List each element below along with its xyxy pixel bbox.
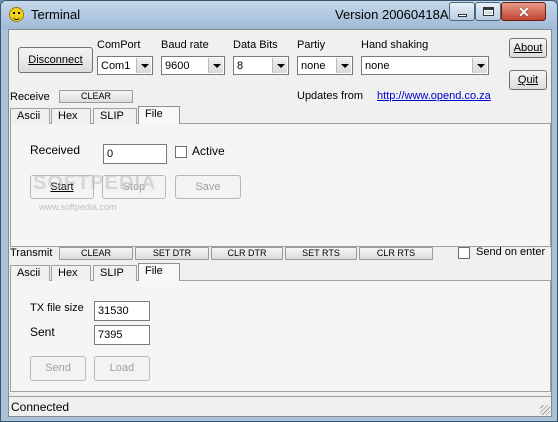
resize-grip-icon[interactable] [540, 405, 550, 415]
chevron-down-icon[interactable] [208, 58, 223, 73]
transmit-clear-button[interactable]: CLEAR [59, 247, 133, 260]
transmit-tab-file[interactable]: File [138, 263, 180, 281]
updates-label: Updates from [297, 90, 364, 102]
close-icon: ✕ [518, 4, 530, 20]
parity-label: Partiy [297, 39, 326, 51]
maximize-icon [483, 7, 494, 16]
updates-link[interactable]: http://www.opend.co.za [377, 90, 491, 102]
transmit-tab-ascii[interactable]: Ascii [10, 265, 50, 281]
transmit-tab-slip[interactable]: SLIP [93, 265, 137, 281]
data-bits-label: Data Bits [233, 39, 278, 51]
window-title: Terminal [31, 7, 81, 22]
handshake-value: none [365, 60, 390, 72]
send-on-enter-checkbox[interactable] [458, 247, 470, 259]
receive-tab-ascii[interactable]: Ascii [10, 108, 50, 124]
chevron-down-icon[interactable] [472, 58, 487, 73]
handshake-select[interactable]: none [361, 56, 489, 75]
clr-dtr-button[interactable]: CLR DTR [211, 247, 283, 260]
baud-rate-value: 9600 [165, 60, 190, 72]
data-bits-select[interactable]: 8 [233, 56, 289, 75]
status-text: Connected [11, 400, 70, 414]
transmit-panel: TX file size 31530 Sent 7395 Send Load [10, 280, 551, 392]
transmit-label: Transmit [10, 247, 53, 259]
terminal-window: Terminal Version 20060418A ✕ Disconnect … [0, 0, 558, 422]
tx-file-size-field[interactable]: 31530 [94, 301, 150, 321]
received-field[interactable]: 0 [103, 144, 167, 164]
data-bits-value: 8 [237, 60, 244, 72]
parity-select[interactable]: none [297, 56, 353, 75]
sent-label: Sent [30, 325, 55, 339]
receive-label: Receive [10, 91, 50, 103]
tx-file-size-label: TX file size [30, 302, 84, 314]
baud-rate-label: Baud rate [161, 39, 209, 51]
receive-tab-file[interactable]: File [138, 106, 180, 124]
active-checkbox[interactable] [175, 146, 187, 158]
save-button[interactable]: Save [175, 175, 241, 199]
softpedia-watermark-url: www.softpedia.com [39, 202, 117, 212]
receive-tab-hex[interactable]: Hex [51, 108, 91, 124]
load-button[interactable]: Load [94, 356, 150, 381]
client-area: Disconnect ComPort Com1 Baud rate 9600 D… [8, 29, 552, 417]
comport-label: ComPort [97, 39, 141, 51]
chevron-down-icon[interactable] [136, 58, 151, 73]
close-button[interactable]: ✕ [501, 2, 546, 21]
receive-tab-slip[interactable]: SLIP [93, 108, 137, 124]
received-label: Received [30, 143, 81, 157]
status-bar: Connected [9, 396, 551, 416]
chevron-down-icon[interactable] [336, 58, 351, 73]
transmit-tab-hex[interactable]: Hex [51, 265, 91, 281]
maximize-button[interactable] [475, 2, 501, 21]
minimize-icon [458, 14, 467, 17]
disconnect-button[interactable]: Disconnect [18, 47, 93, 73]
receive-clear-button[interactable]: CLEAR [59, 90, 133, 103]
set-dtr-button[interactable]: SET DTR [135, 247, 209, 260]
quit-button[interactable]: Quit [509, 70, 547, 90]
minimize-button[interactable] [449, 2, 475, 21]
about-button[interactable]: About [509, 38, 547, 58]
send-on-enter-label: Send on enter [476, 246, 546, 258]
baud-rate-select[interactable]: 9600 [161, 56, 225, 75]
smiley-app-icon [9, 7, 24, 22]
handshake-label: Hand shaking [361, 39, 429, 51]
comport-value: Com1 [101, 60, 131, 72]
version-label: Version 20060418A [335, 7, 449, 22]
softpedia-watermark: SOFTPEDIA [33, 172, 157, 194]
send-button[interactable]: Send [30, 356, 86, 381]
active-label: Active [192, 144, 225, 158]
comport-select[interactable]: Com1 [97, 56, 153, 75]
set-rts-button[interactable]: SET RTS [285, 247, 357, 260]
title-bar[interactable]: Terminal Version 20060418A ✕ [1, 1, 557, 29]
clr-rts-button[interactable]: CLR RTS [359, 247, 433, 260]
sent-field[interactable]: 7395 [94, 325, 150, 345]
chevron-down-icon[interactable] [272, 58, 287, 73]
parity-value: none [301, 60, 326, 72]
